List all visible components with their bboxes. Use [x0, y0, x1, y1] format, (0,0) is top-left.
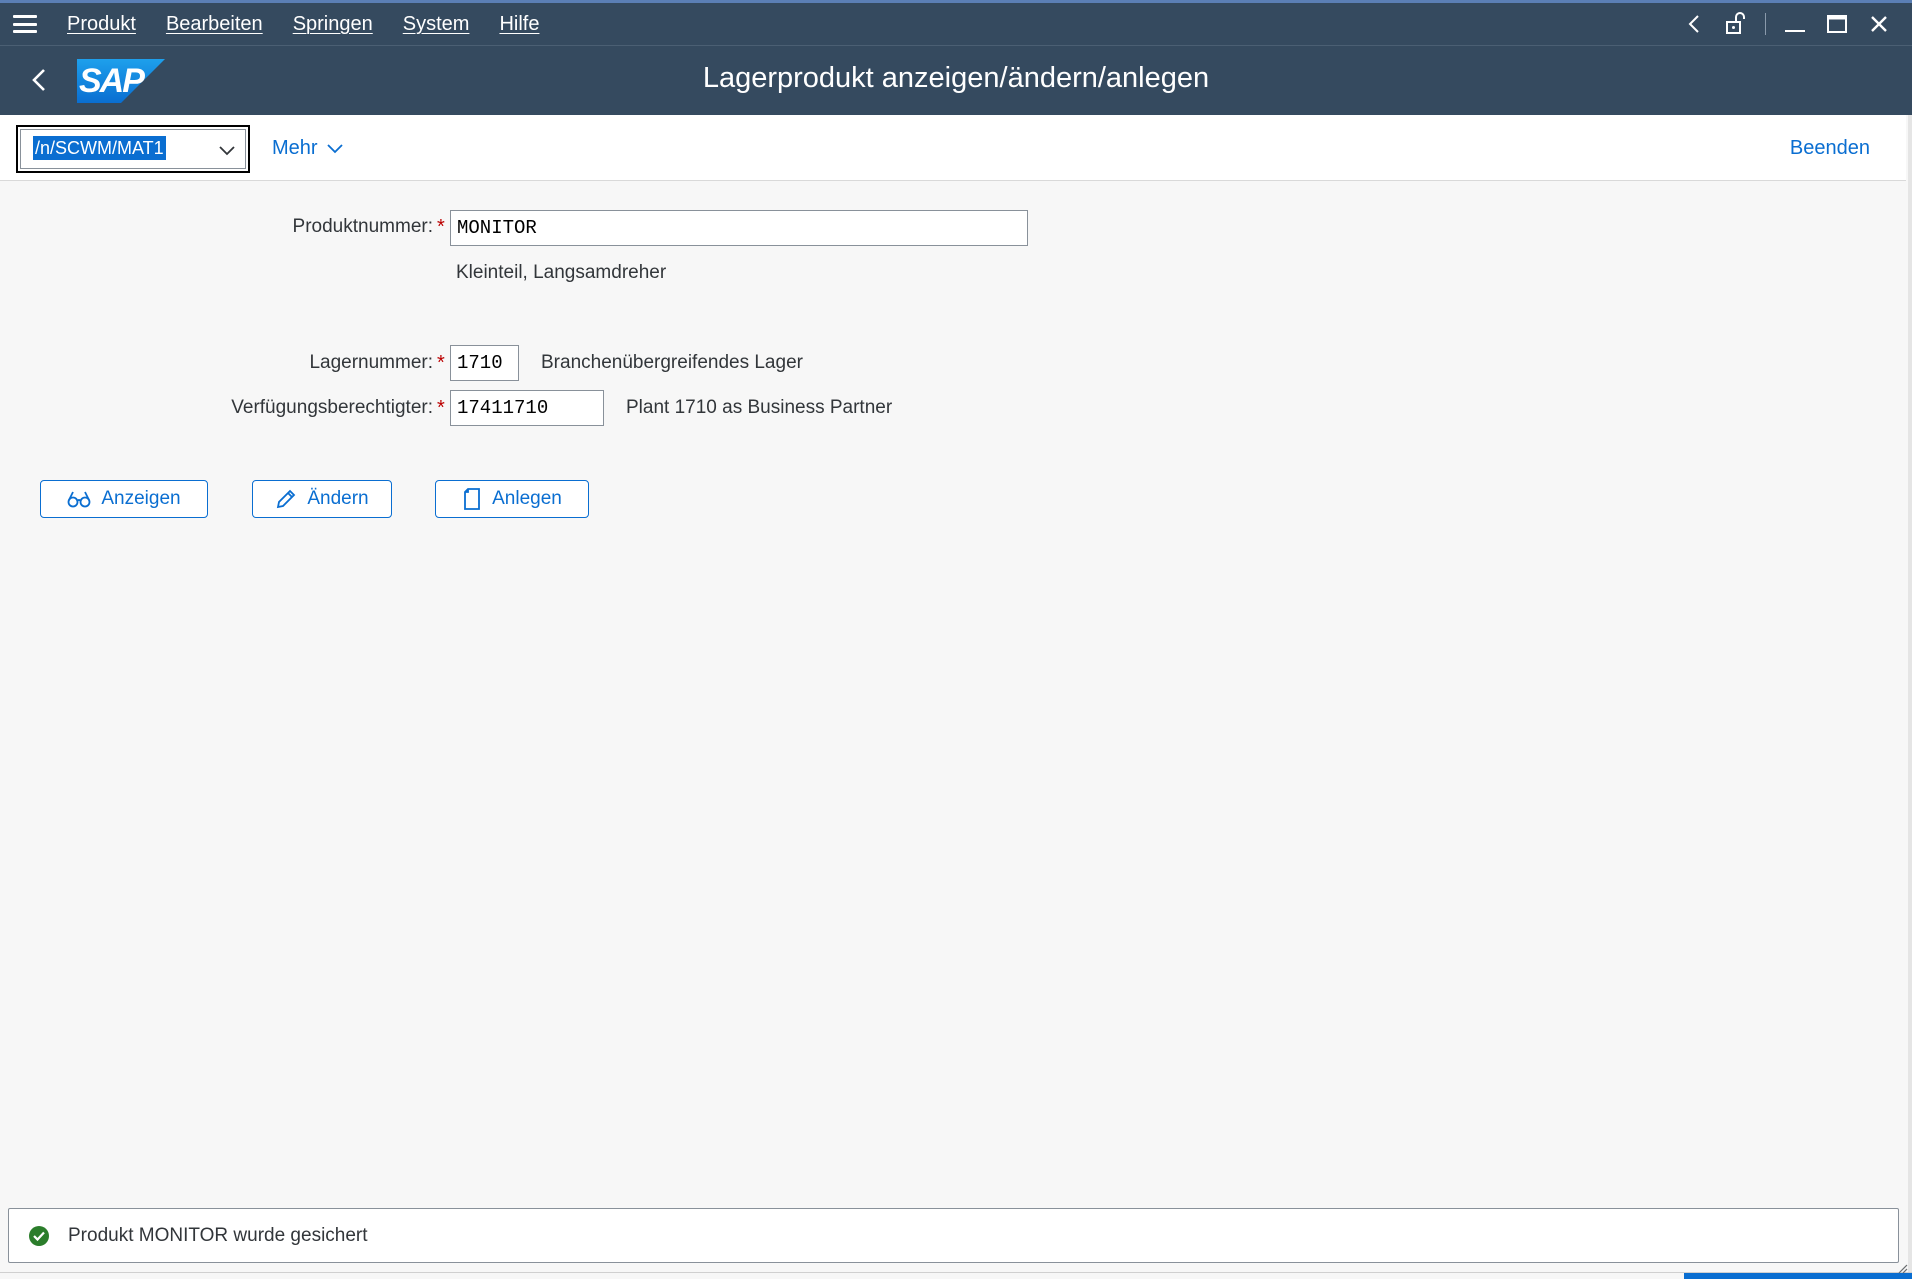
- command-input-selected-text: /n/SCWM/MAT1: [33, 136, 166, 160]
- toolbar-separator: [1765, 13, 1766, 35]
- chevron-down-icon[interactable]: [217, 140, 237, 160]
- change-button-label: Ändern: [307, 488, 369, 509]
- create-button[interactable]: Anlegen: [435, 480, 589, 518]
- status-message: Produkt MONITOR wurde gesichert: [68, 1224, 368, 1246]
- warehouse-number-input[interactable]: 1710: [450, 345, 519, 381]
- required-indicator: *: [437, 397, 445, 419]
- party-entitled-label: Verfügungsberechtigter:: [231, 397, 433, 418]
- maximize-icon[interactable]: [1816, 3, 1858, 45]
- page-title: Lagerprodukt anzeigen/ändern/anlegen: [702, 62, 1210, 94]
- command-field[interactable]: /n/SCWM/MAT1: [16, 125, 250, 173]
- display-button[interactable]: Anzeigen: [40, 480, 208, 518]
- exit-button[interactable]: Beenden: [1790, 137, 1870, 160]
- window-controls: [1673, 3, 1900, 45]
- glasses-icon: [67, 491, 91, 508]
- unlock-icon[interactable]: [1715, 3, 1757, 45]
- status-bar[interactable]: Produkt MONITOR wurde gesichert: [8, 1208, 1899, 1263]
- success-check-icon: [29, 1225, 49, 1246]
- product-number-label: Produktnummer:: [292, 216, 433, 237]
- minimize-icon[interactable]: [1774, 3, 1816, 45]
- menu-hilfe[interactable]: Hilfe: [499, 13, 539, 36]
- more-menu-button[interactable]: Mehr: [272, 137, 344, 160]
- more-menu-label: Mehr: [272, 137, 318, 159]
- menu-system[interactable]: System: [403, 13, 470, 36]
- menu-bearbeiten[interactable]: Bearbeiten: [166, 13, 263, 36]
- product-description: Kleinteil, Langsamdreher: [456, 262, 667, 283]
- menu-springen[interactable]: Springen: [293, 13, 373, 36]
- menu-bar: Produkt Bearbeiten Springen System Hilfe: [0, 0, 1912, 45]
- pencil-icon: [277, 489, 296, 509]
- required-indicator: *: [437, 216, 445, 238]
- display-button-label: Anzeigen: [101, 488, 181, 509]
- warehouse-number-label: Lagernummer:: [309, 352, 433, 373]
- menu-produkt[interactable]: Produkt: [67, 13, 136, 36]
- party-entitled-input[interactable]: 17411710: [450, 390, 604, 426]
- progress-indicator: [1684, 1273, 1912, 1279]
- chevron-down-icon: [326, 143, 343, 153]
- new-document-icon: [464, 488, 481, 510]
- warehouse-description: Branchenübergreifendes Lager: [541, 352, 803, 373]
- required-indicator: *: [437, 352, 445, 374]
- window-right-edge: [1908, 115, 1912, 1275]
- party-entitled-description: Plant 1710 as Business Partner: [626, 397, 893, 418]
- resize-grip-icon[interactable]: [1896, 1262, 1908, 1274]
- close-icon[interactable]: [1858, 3, 1900, 45]
- hamburger-menu-icon[interactable]: [13, 15, 37, 33]
- application-toolbar: /n/SCWM/MAT1 Mehr Beenden: [0, 115, 1906, 181]
- chevron-left-icon[interactable]: [1673, 3, 1715, 45]
- shell-header: SAP Lagerprodukt anzeigen/ändern/anlegen: [0, 45, 1912, 115]
- create-button-label: Anlegen: [492, 488, 562, 509]
- product-number-input[interactable]: MONITOR: [450, 210, 1028, 246]
- change-button[interactable]: Ändern: [252, 480, 392, 518]
